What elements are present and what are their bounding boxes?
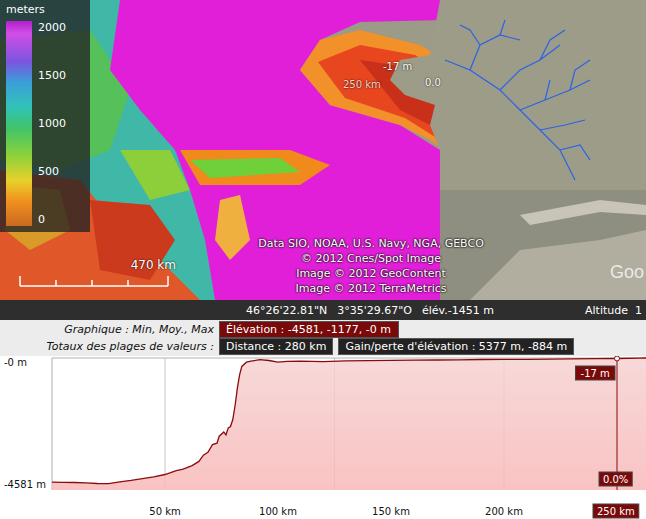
attribution-line: Image © 2012 GeoContent bbox=[226, 266, 516, 281]
ocean bbox=[190, 158, 300, 178]
profile-area bbox=[52, 358, 646, 490]
map-view[interactable]: meters 2000 1500 1000 500 0 Data SIO, NOAA, U.… bbox=[0, 0, 646, 300]
cursor-elevation: -17 m bbox=[581, 368, 610, 379]
google-logo: Goo bbox=[610, 262, 644, 283]
y-tick: -0 m bbox=[4, 357, 27, 368]
river bbox=[570, 60, 590, 90]
river bbox=[500, 45, 560, 90]
y-tick: -4581 m bbox=[4, 479, 46, 490]
cursor-distance: 250 km bbox=[597, 506, 635, 517]
elevation-profile[interactable]: -0 m -4581 m 50 km 100 km 150 km 200 km -17 m 0… bbox=[0, 356, 646, 519]
elevation-legend: meters 2000 1500 1000 500 0 bbox=[0, 0, 90, 232]
longitude: 3°35'29.67"O bbox=[337, 304, 412, 317]
legend-color-bar bbox=[6, 21, 32, 226]
status-bar: 46°26'22.81"N 3°35'29.67"O élév.-1451 m Alt… bbox=[0, 300, 646, 320]
ocean bbox=[180, 150, 330, 185]
gridline bbox=[165, 358, 166, 490]
attribution-line: © 2012 Cnes/Spot Image bbox=[226, 251, 516, 266]
cursor-slope-box bbox=[599, 472, 632, 486]
scale-ruler bbox=[16, 272, 176, 288]
summary-value: Gain/perte d'élévation : 5377 m, -884 m bbox=[338, 338, 574, 355]
altitude: Altitude 1 bbox=[585, 304, 642, 317]
profile-line bbox=[52, 358, 646, 484]
x-tick: 150 km bbox=[372, 506, 410, 517]
attribution: Data SIO, NOAA, U.S. Navy, NGA, GEBCO© 2… bbox=[226, 236, 516, 296]
river bbox=[540, 30, 565, 60]
cursor-distance-box bbox=[593, 504, 639, 518]
river bbox=[520, 80, 590, 110]
river bbox=[560, 145, 590, 160]
land bbox=[0, 0, 646, 300]
legend-tick: 500 bbox=[38, 165, 66, 178]
land bbox=[470, 230, 646, 300]
x-tick: 100 km bbox=[259, 506, 297, 517]
river bbox=[540, 120, 585, 130]
legend-body: 2000 1500 1000 500 0 bbox=[6, 21, 86, 226]
legend-tick: 1000 bbox=[38, 117, 66, 130]
summary-value: Élévation : -4581, -1177, -0 m bbox=[219, 321, 399, 338]
summary-label: Totaux des plages de valeurs : bbox=[0, 340, 214, 353]
x-tick: 200 km bbox=[485, 506, 523, 517]
cursor-dot bbox=[615, 356, 620, 361]
latitude: 46°26'22.81"N bbox=[246, 304, 327, 317]
map-label: -17 m bbox=[383, 61, 412, 72]
x-tick: 50 km bbox=[149, 506, 180, 517]
legend-ticks: 2000 1500 1000 500 0 bbox=[38, 21, 66, 226]
summary-label: Graphique : Min, Moy., Max bbox=[0, 323, 214, 336]
axis-left bbox=[52, 358, 53, 490]
summary-row: Totaux des plages de valeurs : Distance :… bbox=[0, 338, 646, 355]
attribution-line: Image © 2012 TerraMetrics bbox=[226, 281, 516, 296]
land bbox=[390, 0, 646, 190]
ocean bbox=[215, 195, 250, 260]
ocean bbox=[90, 200, 175, 280]
cursor-elevation-box bbox=[576, 366, 616, 380]
scale-line bbox=[20, 276, 168, 286]
summary-value: Distance : 280 km bbox=[219, 338, 333, 355]
river bbox=[445, 60, 575, 180]
cursor-line bbox=[617, 358, 618, 490]
river bbox=[545, 80, 550, 100]
map-label: 250 km bbox=[343, 79, 381, 90]
land bbox=[520, 200, 646, 225]
profile-chart: -0 m -4581 m 50 km 100 km 150 km 200 km -17 m 0… bbox=[0, 356, 646, 519]
legend-tick: 2000 bbox=[38, 21, 66, 34]
map-label: 0.0 bbox=[425, 77, 441, 88]
legend-tick: 0 bbox=[38, 213, 66, 226]
cursor-slope: 0.0% bbox=[603, 474, 628, 485]
river bbox=[500, 20, 505, 35]
legend-title: meters bbox=[6, 3, 86, 17]
summary-row: Graphique : Min, Moy., Max Élévation : -4… bbox=[0, 321, 646, 338]
scale-bar: 470 km bbox=[16, 258, 176, 288]
scale-label: 470 km bbox=[131, 258, 176, 272]
profile-summary: Graphique : Min, Moy., Max Élévation : -4… bbox=[0, 320, 646, 356]
river bbox=[460, 25, 480, 45]
elevation: élév.-1451 m bbox=[422, 304, 494, 317]
attribution-line: Data SIO, NOAA, U.S. Navy, NGA, GEBCO bbox=[226, 236, 516, 251]
legend-tick: 1500 bbox=[38, 69, 66, 82]
